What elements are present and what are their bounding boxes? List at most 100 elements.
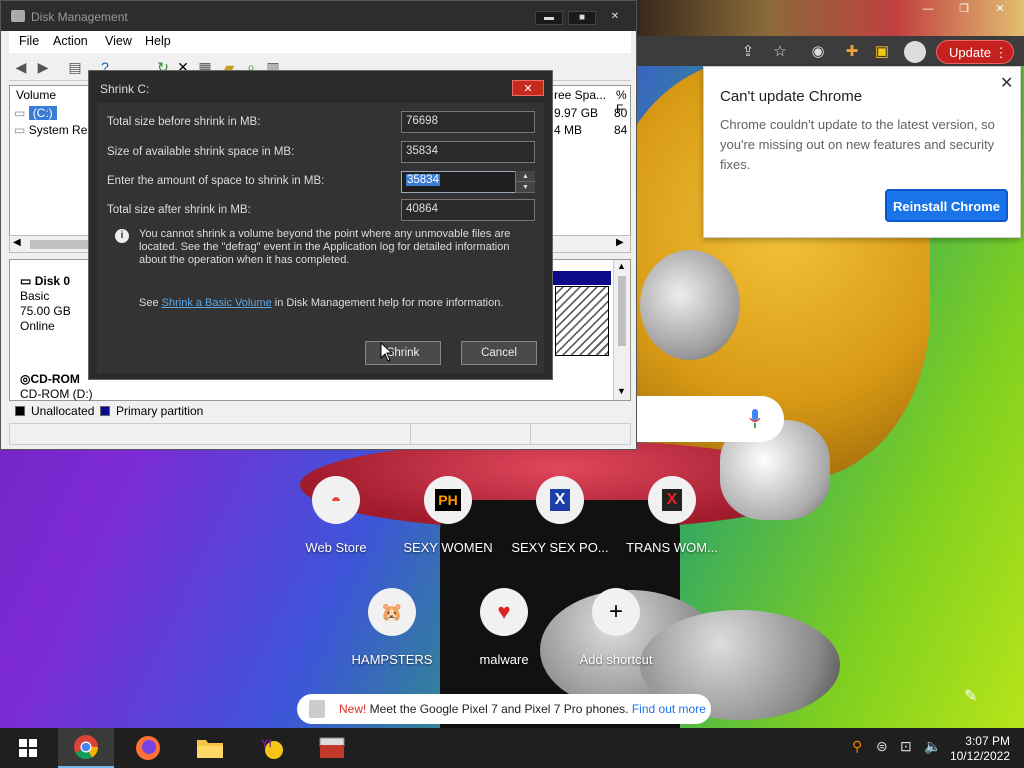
x-site-icon-text: X	[549, 489, 571, 511]
popup-title: Can't update Chrome	[720, 88, 863, 105]
shrink-amount-label: Enter the amount of space to shrink in M…	[107, 175, 325, 187]
taskbar-toolbox-app[interactable]	[304, 728, 360, 768]
firefox-icon	[136, 736, 160, 760]
disk-icon: ▭	[20, 274, 32, 288]
disk0-status: Online	[20, 319, 55, 333]
dm-close-icon[interactable]: ✕	[601, 11, 629, 25]
hamster-icon: 🐹	[368, 588, 416, 636]
spin-down-icon[interactable]: ▼	[516, 182, 535, 193]
volume-name: System Res	[28, 123, 94, 137]
scroll-thumb[interactable]	[30, 240, 90, 249]
wallpaper-art	[640, 250, 740, 360]
promo-link[interactable]: Find out more	[632, 702, 706, 716]
extensions-icon[interactable]: ✚	[842, 42, 862, 62]
volume-row[interactable]: ▭ System Res	[14, 123, 93, 137]
drive-icon: ▭	[14, 123, 26, 137]
legend-primary: Primary partition	[116, 404, 204, 418]
shrink-amount-stepper[interactable]: ▲ ▼	[515, 171, 535, 193]
disk0-size: 75.00 GB	[20, 304, 71, 318]
scroll-down-icon[interactable]: ▼	[617, 386, 626, 396]
shortcut-label: malware	[479, 652, 529, 667]
forward-icon[interactable]: ▶	[35, 59, 51, 75]
dm-minimize-icon[interactable]: ▬	[535, 11, 563, 25]
shortcut-web-store[interactable]: ◓ Web Store	[280, 476, 392, 576]
taskbar-firefox[interactable]	[120, 728, 176, 768]
volume-pct: 84	[614, 123, 628, 137]
flag-extension-icon[interactable]: ◉	[808, 42, 828, 62]
menu-view[interactable]: View	[105, 34, 132, 48]
partition-header	[553, 271, 611, 285]
spin-up-icon[interactable]: ▲	[516, 171, 535, 182]
shortcut-trans-wom[interactable]: X TRANS WOM...	[616, 476, 728, 576]
update-popup: Can't update Chrome ✕ Chrome couldn't up…	[703, 66, 1021, 238]
taskbar-yahoo-app[interactable]: Y!	[244, 728, 300, 768]
shortcut-add[interactable]: + Add shortcut	[560, 588, 672, 688]
customize-pencil-icon[interactable]: ✎	[964, 686, 977, 706]
shortcut-label: SEXY SEX PO...	[511, 540, 609, 555]
side-panel-icon[interactable]: ▣	[872, 42, 892, 62]
scroll-thumb[interactable]	[618, 276, 626, 346]
col-free[interactable]: ree Spa...	[554, 88, 606, 102]
tray-status-icon[interactable]: ⊜	[876, 738, 888, 755]
promo-text: Meet the Google Pixel 7 and Pixel 7 Pro …	[366, 702, 632, 716]
status-bar	[9, 423, 631, 445]
minimize-icon[interactable]: —	[918, 2, 938, 16]
x-red-icon-text: X	[661, 489, 683, 511]
cancel-button[interactable]: Cancel	[461, 341, 537, 365]
cdrom-info[interactable]: ◎CD-ROM CD-ROM (D:)	[20, 372, 93, 402]
dm-titlebar: Disk Management ▬ ■ ✕	[1, 1, 636, 31]
col-volume[interactable]: Volume	[16, 88, 56, 102]
volume-row[interactable]: ▭ (C:)	[14, 106, 57, 120]
shortcut-label: Add shortcut	[579, 652, 653, 667]
taskbar-file-explorer[interactable]	[182, 728, 238, 768]
bookmark-star-icon[interactable]: ☆	[770, 42, 790, 62]
folder-icon	[197, 740, 223, 758]
back-icon[interactable]: ◀	[13, 59, 29, 75]
volume-icon[interactable]: 🔈	[924, 738, 941, 755]
search-tray-icon[interactable]: ⚲	[852, 738, 862, 755]
close-icon[interactable]: ✕	[990, 2, 1010, 16]
network-icon[interactable]: ⊡	[900, 738, 912, 755]
legend: Unallocated Primary partition	[9, 401, 631, 421]
plus-icon: +	[592, 588, 640, 636]
shortcut-sexy-sex-po[interactable]: X SEXY SEX PO...	[504, 476, 616, 576]
scroll-right-icon[interactable]: ▶	[616, 237, 624, 248]
share-icon[interactable]: ⇪	[738, 42, 758, 62]
shrink-title: Shrink C:	[100, 82, 150, 96]
console-icon[interactable]: ▤	[67, 59, 83, 75]
menu-help[interactable]: Help	[145, 34, 171, 48]
microphone-icon[interactable]	[748, 408, 762, 430]
shrink-titlebar: Shrink C: ✕	[89, 71, 552, 103]
taskbar-chrome[interactable]	[58, 728, 114, 768]
shortcut-label: HAMPSTERS	[351, 652, 433, 667]
scroll-up-icon[interactable]: ▲	[617, 261, 626, 271]
menu-action[interactable]: Action	[53, 34, 88, 48]
cdrom-icon: ◎	[20, 372, 31, 386]
reinstall-chrome-button[interactable]: Reinstall Chrome	[885, 189, 1008, 222]
vertical-scrollbar[interactable]: ▲ ▼	[613, 260, 630, 400]
chrome-icon	[74, 735, 98, 760]
disk0-name: Disk 0	[34, 274, 71, 288]
profile-avatar[interactable]	[904, 41, 926, 63]
menu-file[interactable]: File	[19, 34, 39, 48]
clock[interactable]: 3:07 PM 10/12/2022	[940, 734, 1010, 764]
clock-time: 3:07 PM	[965, 734, 1010, 748]
volume-name: (C:)	[28, 106, 57, 120]
shrink-button[interactable]: Shrink	[365, 341, 441, 365]
shortcut-malware[interactable]: ♥ malware	[448, 588, 560, 688]
popup-close-icon[interactable]: ✕	[1000, 73, 1013, 93]
dm-maximize-icon[interactable]: ■	[568, 11, 596, 25]
maximize-icon[interactable]: ❐	[954, 2, 974, 16]
help-link[interactable]: Shrink a Basic Volume	[162, 297, 272, 309]
partition-block[interactable]	[555, 286, 609, 356]
scroll-left-icon[interactable]: ◀	[13, 237, 21, 248]
dm-menubar: File Action View Help	[9, 31, 631, 53]
start-button[interactable]	[0, 728, 56, 768]
shrink-close-icon[interactable]: ✕	[512, 80, 544, 96]
shortcut-hampsters[interactable]: 🐹 HAMPSTERS	[336, 588, 448, 688]
disk0-info[interactable]: ▭ Disk 0 Basic 75.00 GB Online	[20, 274, 71, 334]
promo-banner[interactable]: New! Meet the Google Pixel 7 and Pixel 7…	[297, 694, 711, 724]
dm-title: Disk Management	[31, 10, 128, 24]
update-button[interactable]: Update ⋮	[936, 40, 1014, 64]
shortcut-sexy-women[interactable]: PH SEXY WOMEN	[392, 476, 504, 576]
